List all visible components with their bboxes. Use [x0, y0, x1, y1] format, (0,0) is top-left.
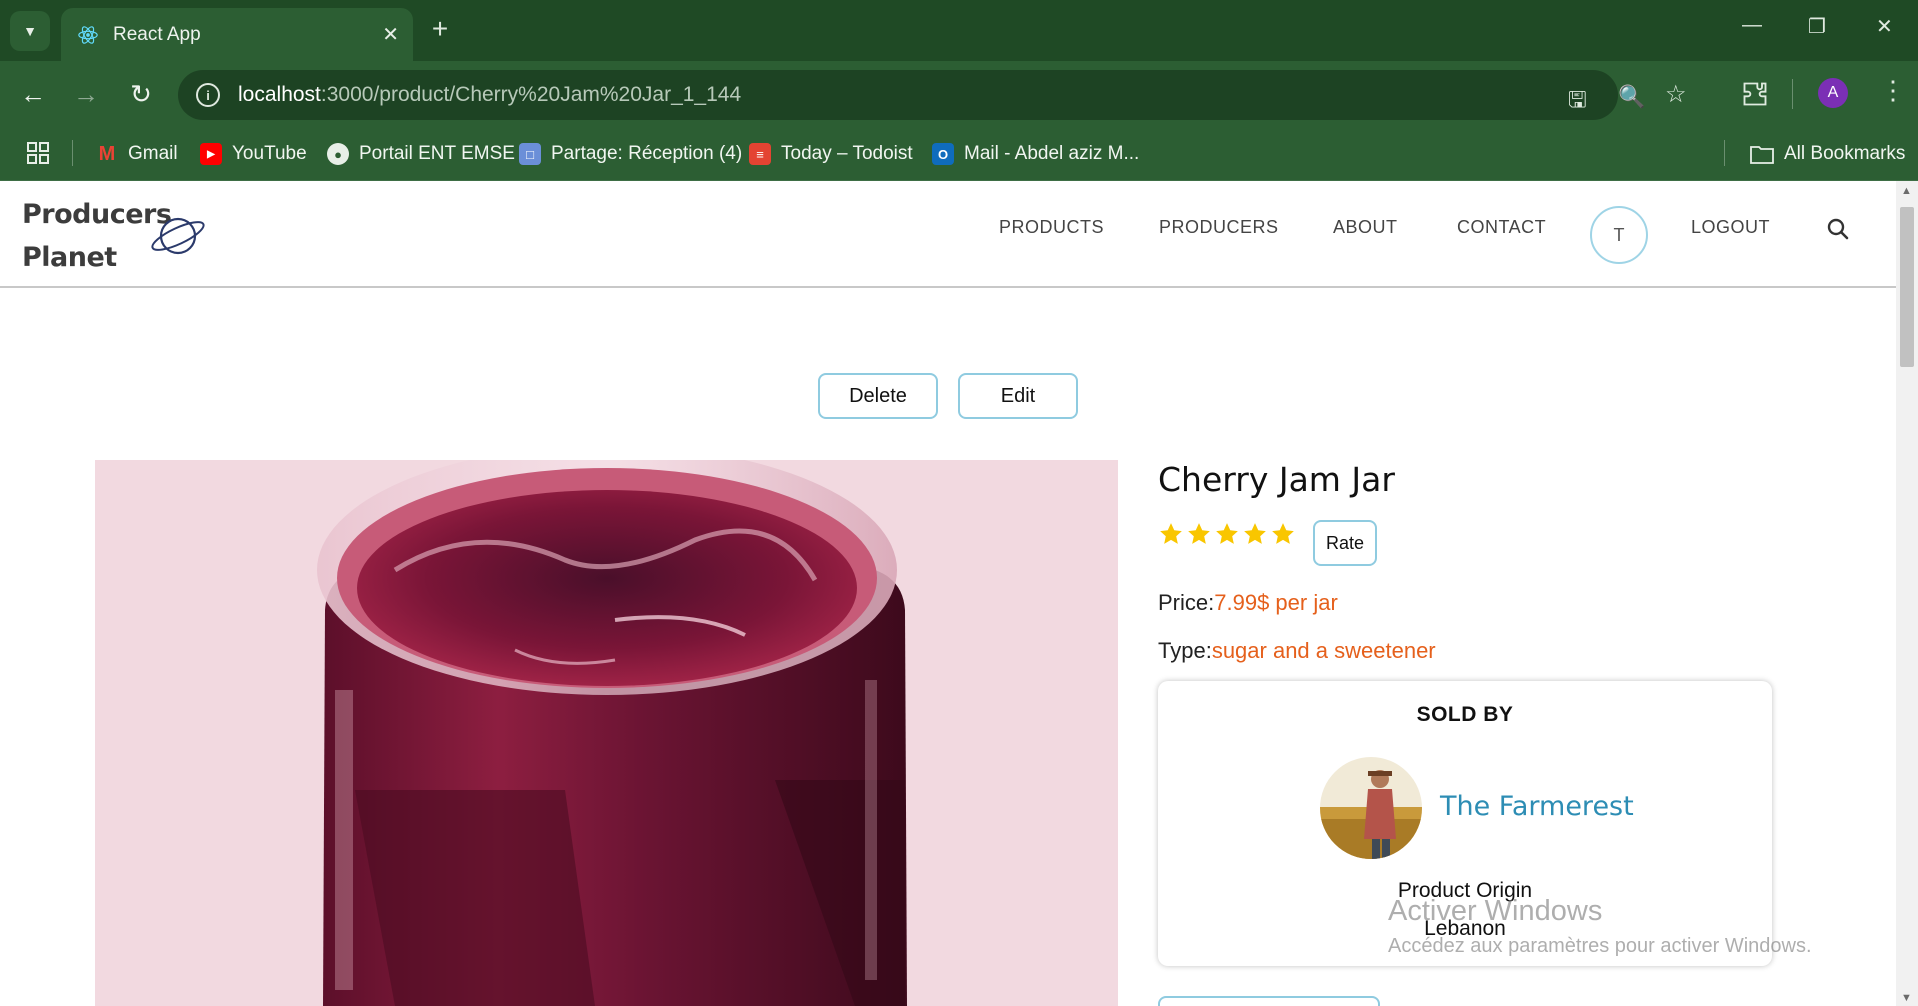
windows-activation-subtitle: Accédez aux paramètres pour activer Wind…	[1388, 935, 1812, 957]
new-tab-button[interactable]: +	[425, 14, 455, 44]
logo-line-1: Producers	[22, 199, 172, 230]
install-app-icon[interactable]: 🖫	[1568, 83, 1587, 121]
folder-icon	[1750, 146, 1774, 164]
star-icon	[1272, 523, 1294, 544]
rate-button[interactable]: Rate	[1313, 520, 1377, 566]
seller-avatar[interactable]	[1320, 757, 1422, 859]
edit-button[interactable]: Edit	[958, 373, 1078, 419]
sold-by-heading: SOLD BY	[1416, 703, 1514, 726]
browser-tab[interactable]: React App ✕	[61, 8, 413, 61]
extensions-icon[interactable]	[1741, 80, 1769, 108]
react-icon	[78, 25, 98, 44]
all-bookmarks-button[interactable]: All Bookmarks	[1750, 140, 1905, 168]
browser-toolbar: ← → ↻ i localhost:3000/product/Cherry%20…	[0, 61, 1918, 126]
youtube-icon: ▶	[200, 143, 222, 165]
bookmark-partage[interactable]: □ Partage: Réception (4)	[519, 140, 742, 168]
logo-line-2: Planet	[22, 242, 117, 273]
tab-title: React App	[113, 23, 201, 45]
scroll-down-icon[interactable]: ▼	[1901, 992, 1912, 1004]
site-logo[interactable]: Producers Planet	[22, 193, 172, 279]
back-arrow-icon[interactable]: ←	[16, 77, 50, 111]
url-path: :3000/product/Cherry%20Jam%20Jar_1_144	[320, 83, 742, 106]
close-tab-icon[interactable]: ✕	[382, 22, 399, 47]
product-image	[95, 460, 1118, 1006]
planet-logo-icon	[151, 217, 205, 255]
star-icon	[1188, 523, 1210, 544]
bookmark-portail[interactable]: ● Portail ENT EMSE	[327, 140, 515, 168]
product-price: Price:7.99$ per jar	[1158, 590, 1338, 616]
globe-icon: ●	[327, 143, 349, 165]
todoist-icon: ≡	[749, 143, 771, 165]
bookmarks-bar: M Gmail ▶ YouTube ● Portail ENT EMSE □ P…	[0, 126, 1918, 181]
type-value: sugar and a sweetener	[1211, 638, 1436, 663]
outlook-icon: O	[932, 143, 954, 165]
product-type: Type:sugar and a sweetener	[1158, 638, 1436, 664]
partage-icon: □	[519, 143, 541, 165]
tab-search-button[interactable]: ▼	[10, 11, 50, 51]
partial-button[interactable]	[1158, 996, 1380, 1006]
windows-activation-title: Activer Windows	[1388, 895, 1603, 927]
farmer-photo	[1320, 757, 1422, 859]
page-viewport: Producers Planet PRODUCTS PRODUCERS ABOU…	[0, 181, 1918, 1006]
profile-avatar[interactable]: A	[1818, 78, 1848, 108]
bookmark-mail[interactable]: O Mail - Abdel aziz M...	[932, 140, 1139, 168]
zoom-icon[interactable]: 🔍	[1618, 84, 1645, 110]
star-icon	[1216, 523, 1238, 544]
search-icon[interactable]	[1826, 217, 1850, 241]
nav-producers[interactable]: PRODUCERS	[1159, 217, 1279, 238]
delete-button[interactable]: Delete	[818, 373, 938, 419]
bookmark-todoist[interactable]: ≡ Today – Todoist	[749, 140, 913, 168]
bookmark-label: Mail - Abdel aziz M...	[964, 143, 1140, 164]
type-label: Type:	[1158, 638, 1212, 663]
nav-about[interactable]: ABOUT	[1333, 217, 1398, 238]
gmail-icon: M	[98, 142, 116, 165]
browser-menu-icon[interactable]: ⋮	[1880, 75, 1906, 106]
nav-contact[interactable]: CONTACT	[1457, 217, 1546, 238]
bookmark-gmail[interactable]: M Gmail	[96, 140, 178, 168]
url-host: localhost	[238, 83, 321, 106]
product-title: Cherry Jam Jar	[1158, 460, 1395, 499]
address-bar[interactable]: i localhost:3000/product/Cherry%20Jam%20…	[178, 70, 1687, 121]
browser-tab-bar: ▼ React App ✕ + — ❐ ✕	[0, 0, 1918, 61]
bookmark-youtube[interactable]: ▶ YouTube	[200, 140, 307, 168]
page-scrollbar[interactable]: ▲ ▼	[1896, 181, 1918, 1006]
bookmark-label: Portail ENT EMSE	[359, 143, 515, 164]
user-avatar[interactable]: T	[1590, 206, 1648, 264]
scroll-up-icon[interactable]: ▲	[1901, 185, 1912, 197]
bookmark-label: Partage: Réception (4)	[551, 143, 743, 164]
bookmarks-divider	[72, 140, 73, 166]
restore-window-icon[interactable]: ❐	[1808, 14, 1826, 39]
close-window-icon[interactable]: ✕	[1876, 14, 1893, 39]
jam-jar-illustration	[95, 460, 1118, 1006]
star-icon	[1244, 523, 1266, 544]
minimize-window-icon[interactable]: —	[1742, 14, 1762, 37]
seller-name-link[interactable]: The Farmerest	[1440, 791, 1634, 822]
bookmark-label: YouTube	[232, 143, 307, 164]
apps-grid-icon[interactable]	[26, 141, 50, 165]
bookmark-label: Gmail	[128, 143, 178, 164]
price-value: 7.99$ per jar	[1214, 590, 1338, 615]
reload-icon[interactable]: ↻	[124, 77, 158, 111]
site-header: Producers Planet PRODUCTS PRODUCERS ABOU…	[0, 181, 1896, 288]
chevron-down-icon: ▼	[23, 23, 37, 39]
toolbar-divider	[1792, 79, 1793, 109]
price-label: Price:	[1158, 590, 1215, 615]
bookmark-star-icon[interactable]: ☆	[1665, 80, 1687, 109]
all-bookmarks-label: All Bookmarks	[1784, 143, 1906, 164]
forward-arrow-icon[interactable]: →	[69, 77, 103, 111]
rating-stars	[1158, 521, 1296, 547]
bookmark-label: Today – Todoist	[781, 143, 913, 164]
bookmarks-divider	[1724, 140, 1725, 166]
star-icon	[1160, 523, 1182, 544]
nav-logout[interactable]: LOGOUT	[1691, 217, 1770, 238]
site-info-icon[interactable]: i	[196, 83, 220, 107]
scrollbar-thumb[interactable]	[1900, 207, 1914, 367]
nav-products[interactable]: PRODUCTS	[999, 217, 1104, 238]
